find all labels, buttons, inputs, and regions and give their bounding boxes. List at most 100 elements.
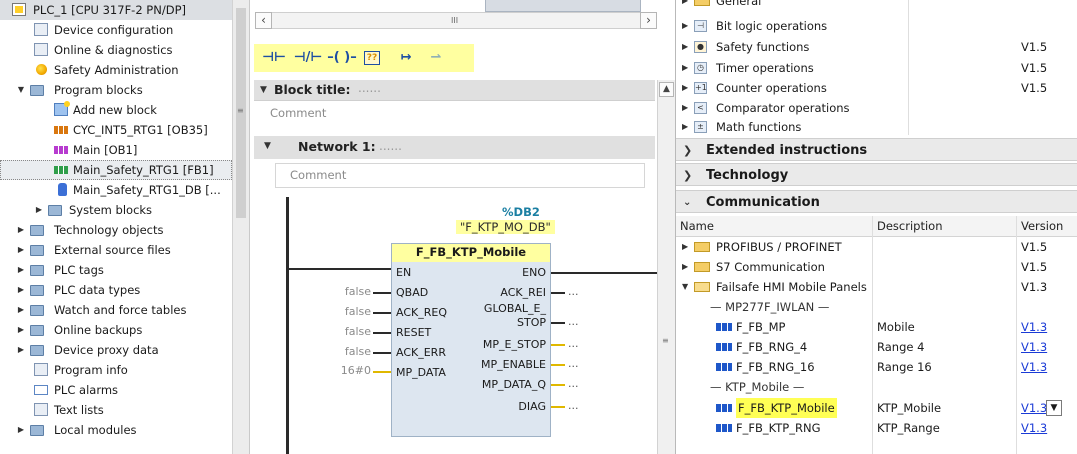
expand-down-icon[interactable]: ▼ xyxy=(682,277,688,297)
expand-right-icon[interactable]: ▶ xyxy=(34,200,44,220)
instr-item-f-fb-ktp-rng[interactable]: F_FB_KTP_RNG KTP_Range V1.3 xyxy=(676,418,1077,438)
collapse-icon[interactable]: ▼ xyxy=(264,141,271,151)
nc-contact-button[interactable]: ⊣/⊢ xyxy=(292,48,324,68)
ack-rei-output[interactable]: ... xyxy=(568,285,579,298)
instr-version-link[interactable]: V1.3 xyxy=(1021,418,1047,438)
expand-right-icon[interactable]: ▶ xyxy=(682,98,688,118)
reset-value[interactable]: false xyxy=(319,325,371,338)
instr-version-link[interactable]: V1.3 xyxy=(1021,398,1047,418)
mp-enable-output[interactable]: ... xyxy=(568,357,579,370)
empty-box-button[interactable]: ?? xyxy=(364,51,380,65)
function-block-box[interactable]: F_FB_KTP_Mobile EN QBAD ACK_REQ RESET AC… xyxy=(391,243,551,437)
expand-right-icon[interactable]: ▶ xyxy=(16,300,26,320)
ack-err-value[interactable]: false xyxy=(319,345,371,358)
tree-item-main-ob1[interactable]: Main [OB1] xyxy=(0,140,232,160)
scroll-left-button[interactable]: ‹ xyxy=(255,12,272,29)
expand-right-icon[interactable]: ▶ xyxy=(682,257,688,277)
expand-right-icon[interactable]: ▶ xyxy=(682,0,688,11)
tree-item-online-backups[interactable]: ▶ Online backups xyxy=(0,320,232,340)
tree-item-main-safety-fb1[interactable]: Main_Safety_RTG1 [FB1] xyxy=(0,160,232,180)
block-comment[interactable]: Comment xyxy=(270,106,326,120)
ack-req-value[interactable]: false xyxy=(319,305,371,318)
instr-item-bit-logic[interactable]: ▶ ⊣ Bit logic operations xyxy=(676,16,1077,36)
mp-data-q-output[interactable]: ... xyxy=(568,377,579,390)
instance-db-symbol[interactable]: "F_KTP_MO_DB" xyxy=(456,220,555,234)
tree-item-plc-data-types[interactable]: ▶ PLC data types xyxy=(0,280,232,300)
instance-db-name[interactable]: %DB2 xyxy=(502,205,540,219)
scroll-up-button[interactable]: ▲ xyxy=(659,82,674,97)
tree-item-program-blocks[interactable]: ▼ Program blocks xyxy=(0,80,232,100)
tree-item-technology-objects[interactable]: ▶ Technology objects xyxy=(0,220,232,240)
expand-right-icon[interactable]: ▶ xyxy=(682,16,688,36)
instr-item-general[interactable]: ▶ General xyxy=(676,0,1077,11)
tree-item-add-new-block[interactable]: Add new block xyxy=(0,100,232,120)
instr-item-safety-functions[interactable]: ▶ ● Safety functions V1.5 xyxy=(676,37,1077,57)
expand-down-icon[interactable]: ▼ xyxy=(16,80,26,100)
block-title-bar[interactable]: ▼ Block title: ...... xyxy=(254,80,655,101)
open-branch-button[interactable]: ↦ xyxy=(394,48,418,68)
expand-right-icon[interactable]: ▶ xyxy=(682,58,688,78)
expand-right-icon[interactable]: ▶ xyxy=(16,240,26,260)
tree-item-system-blocks[interactable]: ▶ System blocks xyxy=(0,200,232,220)
instr-version-link[interactable]: V1.3 xyxy=(1021,317,1047,337)
instr-item-f-fb-rng-16[interactable]: F_FB_RNG_16 Range 16 V1.3 xyxy=(676,357,1077,377)
instr-item-f-fb-mp[interactable]: F_FB_MP Mobile V1.3 xyxy=(676,317,1077,337)
instr-version-link[interactable]: V1.3 xyxy=(1021,337,1047,357)
editor-vertical-scrollbar[interactable]: ▲ ≡ xyxy=(657,80,675,454)
expand-right-icon[interactable]: ▶ xyxy=(16,220,26,240)
column-name-header[interactable]: Name xyxy=(680,216,714,237)
mp-data-value[interactable]: 16#0 xyxy=(319,364,371,377)
tree-item-online-diagnostics[interactable]: Online & diagnostics xyxy=(0,40,232,60)
expand-right-icon[interactable]: ▶ xyxy=(16,320,26,340)
instr-item-failsafe-hmi[interactable]: ▼ Failsafe HMI Mobile Panels V1.3 xyxy=(676,277,1077,297)
instr-version-link[interactable]: V1.3 xyxy=(1021,357,1047,377)
tree-item-plc-tags[interactable]: ▶ PLC tags xyxy=(0,260,232,280)
tree-item-device-configuration[interactable]: Device configuration xyxy=(0,20,232,40)
instr-item-counter-operations[interactable]: ▶ +1 Counter operations V1.5 xyxy=(676,78,1077,98)
expand-right-icon[interactable]: ▶ xyxy=(682,37,688,57)
expand-right-icon[interactable]: ▶ xyxy=(16,340,26,360)
tree-item-local-modules[interactable]: ▶ Local modules xyxy=(0,420,232,440)
expand-right-icon[interactable]: ▶ xyxy=(682,237,688,257)
tree-item-watch-force-tables[interactable]: ▶ Watch and force tables xyxy=(0,300,232,320)
section-communication[interactable]: ⌄ Communication xyxy=(676,190,1077,213)
instr-item-f-fb-ktp-mobile[interactable]: F_FB_KTP_Mobile KTP_Mobile V1.3 ▼ xyxy=(676,398,1077,418)
expand-right-icon[interactable]: ▶ xyxy=(682,78,688,98)
tree-item-plc-alarms[interactable]: PLC alarms xyxy=(0,380,232,400)
instr-item-s7-communication[interactable]: ▶ S7 Communication V1.5 xyxy=(676,257,1077,277)
column-description-header[interactable]: Description xyxy=(877,216,943,237)
mp-e-stop-output[interactable]: ... xyxy=(568,337,579,350)
tree-item-program-info[interactable]: Program info xyxy=(0,360,232,380)
tree-item-cyc-int5[interactable]: CYC_INT5_RTG1 [OB35] xyxy=(0,120,232,140)
instr-item-profibus-profinet[interactable]: ▶ PROFIBUS / PROFINET V1.5 xyxy=(676,237,1077,257)
tree-item-safety-administration[interactable]: Safety Administration xyxy=(0,60,232,80)
section-technology[interactable]: ❯ Technology xyxy=(676,163,1077,186)
block-title-value[interactable]: ...... xyxy=(358,81,381,95)
tree-scrollbar[interactable]: ≡ xyxy=(232,0,249,454)
function-block-name[interactable]: F_FB_KTP_Mobile xyxy=(392,245,550,259)
network-comment-box[interactable]: Comment xyxy=(275,163,645,188)
network-title-value[interactable]: ...... xyxy=(379,139,402,153)
instr-item-comparator-operations[interactable]: ▶ < Comparator operations xyxy=(676,98,1077,118)
qbad-value[interactable]: false xyxy=(319,285,371,298)
section-extended-instructions[interactable]: ❯ Extended instructions xyxy=(676,138,1077,161)
expand-right-icon[interactable]: ▶ xyxy=(16,280,26,300)
coil-button[interactable]: –( )– xyxy=(326,48,358,68)
expand-right-icon[interactable]: ▶ xyxy=(682,117,688,137)
expand-right-icon[interactable]: ▶ xyxy=(16,420,26,440)
instr-item-math-functions[interactable]: ▶ ± Math functions xyxy=(676,117,1077,137)
global-e-stop-output[interactable]: ... xyxy=(568,315,579,328)
tree-item-plc[interactable]: PLC_1 [CPU 317F-2 PN/DP] xyxy=(0,0,232,20)
tree-item-external-source-files[interactable]: ▶ External source files xyxy=(0,240,232,260)
instr-item-f-fb-rng-4[interactable]: F_FB_RNG_4 Range 4 V1.3 xyxy=(676,337,1077,357)
network-bar[interactable]: ▼ Network 1: ...... xyxy=(254,136,655,159)
collapse-icon[interactable]: ▼ xyxy=(260,85,267,95)
diag-output[interactable]: ... xyxy=(568,399,579,412)
tree-item-text-lists[interactable]: Text lists xyxy=(0,400,232,420)
no-contact-button[interactable]: ⊣⊢ xyxy=(258,48,290,68)
tree-item-device-proxy-data[interactable]: ▶ Device proxy data xyxy=(0,340,232,360)
close-branch-button[interactable]: ⇀ xyxy=(424,48,448,68)
horizontal-scrollbar[interactable]: ‹ III › xyxy=(255,12,657,29)
instr-item-timer-operations[interactable]: ▶ ◷ Timer operations V1.5 xyxy=(676,58,1077,78)
expand-right-icon[interactable]: ▶ xyxy=(16,260,26,280)
